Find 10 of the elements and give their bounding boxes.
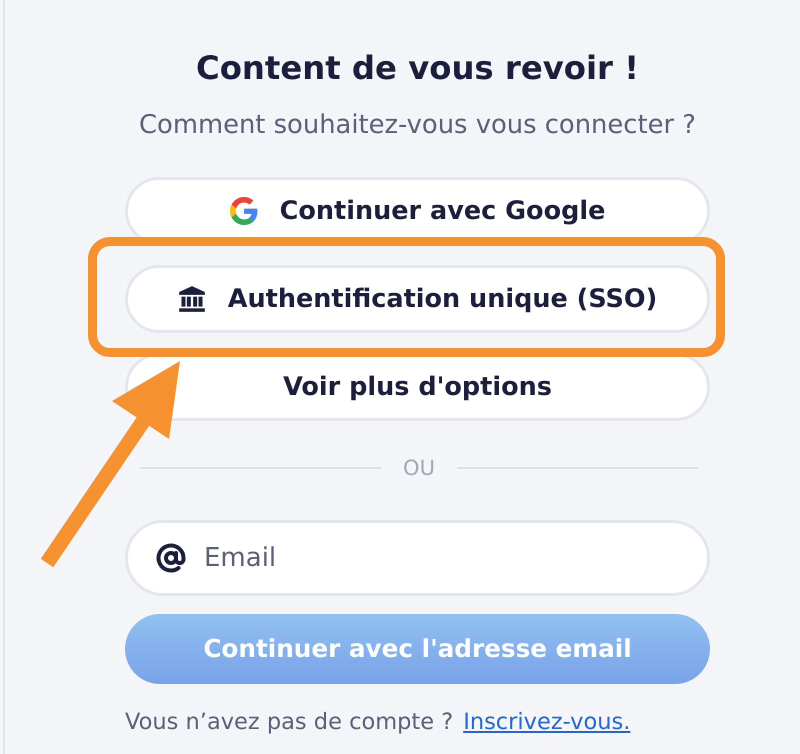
bank-building-icon — [178, 285, 206, 313]
signup-prompt-text: Vous n’avez pas de compte ? — [125, 708, 454, 737]
signup-link[interactable]: Inscrivez-vous. — [463, 707, 630, 737]
page-title: Content de vous revoir ! — [195, 48, 640, 89]
email-field[interactable]: Email — [125, 520, 710, 596]
g-logo-icon — [230, 197, 258, 225]
sso-button[interactable]: Authentification unique (SSO) — [125, 265, 710, 333]
divider-label: OU — [403, 456, 435, 480]
subtitle-text: Comment souhaitez-vous vous connecter ? — [138, 109, 697, 142]
at-sign-icon — [156, 543, 186, 573]
